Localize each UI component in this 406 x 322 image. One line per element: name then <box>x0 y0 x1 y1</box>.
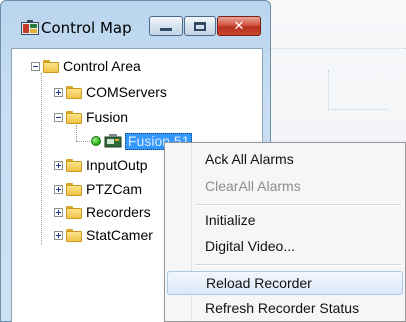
folder-icon <box>66 205 82 219</box>
folder-icon <box>66 182 82 196</box>
tree-node-label: COMServers <box>86 84 167 100</box>
close-icon: ✕ <box>233 18 245 34</box>
status-online-icon <box>91 136 101 146</box>
tree-connector-line <box>41 73 42 245</box>
folder-icon <box>66 228 82 242</box>
tree-node-label: InputOutp <box>86 157 148 173</box>
menu-item-refresh-recorder-status[interactable]: Refresh Recorder Status <box>167 296 403 320</box>
collapse-icon[interactable] <box>54 112 63 122</box>
tree-node-label: Control Area <box>63 58 141 74</box>
folder-icon <box>43 59 59 73</box>
folder-icon <box>66 110 82 124</box>
control-map-app-icon <box>21 20 39 35</box>
maximize-icon <box>194 21 206 31</box>
tree-node-label: StatCamer <box>86 227 153 243</box>
expand-icon[interactable] <box>54 160 63 170</box>
tree-node-comservers[interactable]: COMServers <box>54 82 167 102</box>
map-dotted-shape <box>328 70 388 110</box>
expand-icon[interactable] <box>54 230 63 240</box>
tree-node-control-area[interactable]: Control Area <box>31 56 141 76</box>
menu-item-label: Digital Video... <box>205 238 296 254</box>
tree-node-label: Recorders <box>86 204 151 220</box>
recorder-icon <box>104 134 122 148</box>
window-title: Control Map <box>41 19 132 37</box>
menu-item-clear-all-alarms[interactable]: ClearAll Alarms <box>167 174 403 198</box>
menu-item-label: ClearAll Alarms <box>205 178 301 194</box>
expand-icon[interactable] <box>54 184 63 194</box>
menu-item-initialize[interactable]: Initialize <box>167 208 403 232</box>
menu-item-reload-recorder[interactable]: Reload Recorder <box>167 271 403 295</box>
expand-icon[interactable] <box>54 87 63 97</box>
close-button[interactable]: ✕ <box>217 16 261 36</box>
tree-connector-line <box>76 125 77 141</box>
menu-item-ack-all-alarms[interactable]: Ack All Alarms <box>167 147 403 171</box>
maximize-button[interactable] <box>184 16 216 36</box>
tree-node-ptzcam[interactable]: PTZCam <box>54 179 142 199</box>
map-dotted-line <box>270 48 406 49</box>
minimize-button[interactable] <box>149 16 183 36</box>
expand-icon[interactable] <box>54 207 63 217</box>
collapse-icon[interactable] <box>31 61 40 71</box>
context-menu: Ack All Alarms ClearAll Alarms Initializ… <box>164 142 406 322</box>
tree-node-label: Fusion <box>86 109 129 125</box>
tree-connector-line <box>76 141 90 142</box>
tree-node-recorders[interactable]: Recorders <box>54 202 151 222</box>
tree-node-inputoutp[interactable]: InputOutp <box>54 155 148 175</box>
menu-separator <box>195 204 401 206</box>
folder-icon <box>66 85 82 99</box>
folder-icon <box>66 158 82 172</box>
menu-separator <box>195 264 401 266</box>
menu-item-digital-video[interactable]: Digital Video... <box>167 234 403 258</box>
minimize-icon <box>160 27 172 31</box>
menu-item-label: Refresh Recorder Status <box>205 300 360 316</box>
title-bar[interactable]: Control Map ✕ <box>1 1 270 47</box>
tree-node-label: PTZCam <box>86 181 142 197</box>
menu-item-label: Initialize <box>205 212 256 228</box>
tree-node-fusion[interactable]: Fusion <box>54 107 128 127</box>
menu-item-label: Reload Recorder <box>206 275 312 291</box>
menu-item-label: Ack All Alarms <box>205 151 294 167</box>
tree-node-statcamer[interactable]: StatCamer <box>54 225 153 245</box>
